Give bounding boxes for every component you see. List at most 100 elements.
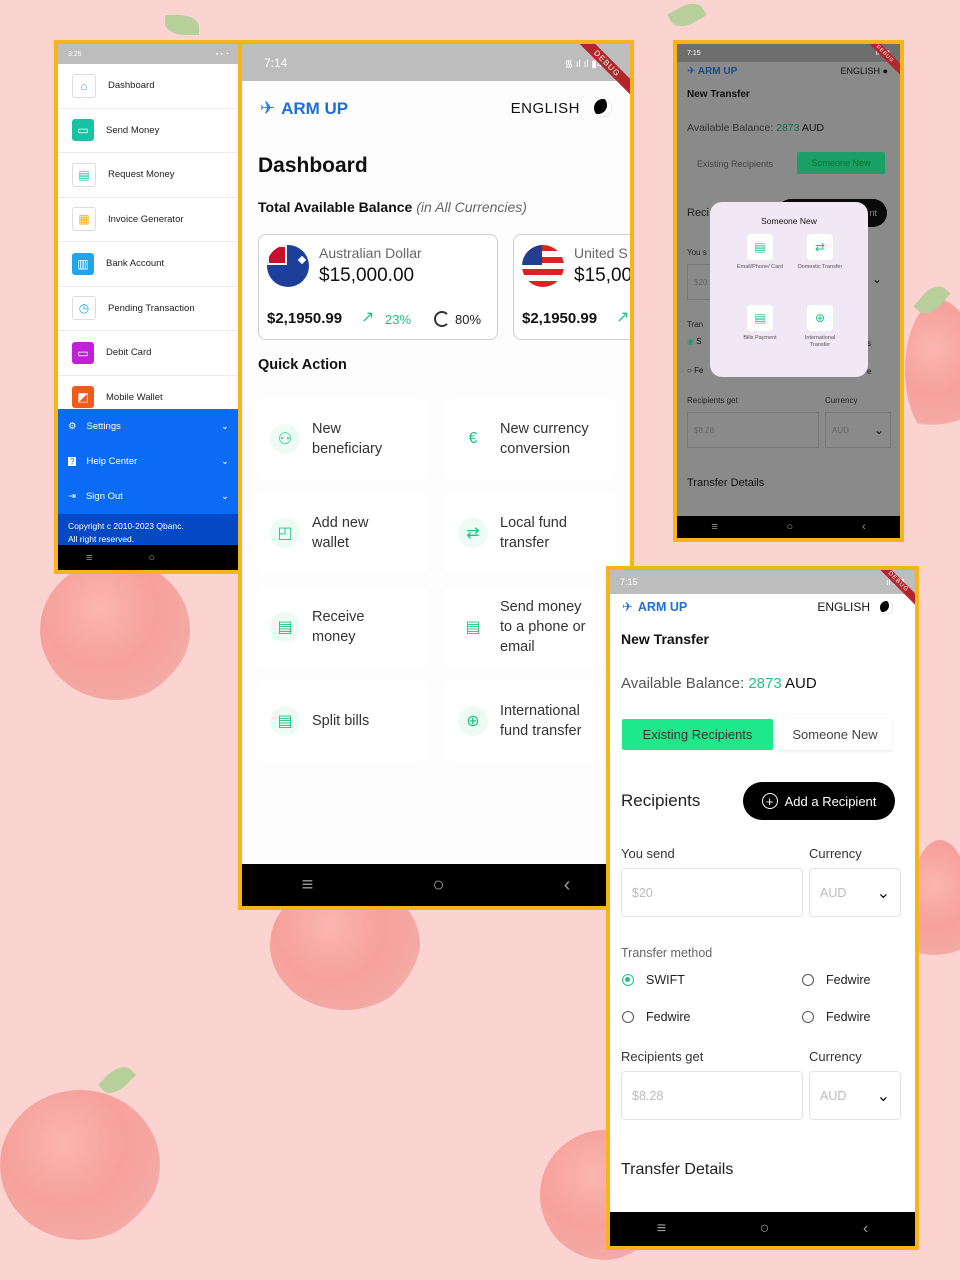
chevron-down-icon: ⌄ xyxy=(221,491,229,502)
sidebar-item-debit-card[interactable]: ▭ Debit Card xyxy=(58,331,239,376)
action-new-beneficiary[interactable]: ⚇ New beneficiary xyxy=(256,399,428,479)
transfer-details-heading: Transfer Details xyxy=(687,477,765,489)
radio-selected-icon xyxy=(622,974,634,986)
help-center-label: Help Center xyxy=(86,456,138,467)
modal-option-bills-payment[interactable]: ▤ Bills Payment xyxy=(735,305,785,342)
radio-swift[interactable]: ◉ S xyxy=(687,337,702,346)
currency-amount: $15,00 xyxy=(574,265,633,286)
menu-nav-icon[interactable]: ≡ xyxy=(711,521,717,533)
available-balance: Available Balance: 2873 AUD xyxy=(621,675,817,692)
you-send-label: You s xyxy=(687,248,707,257)
recipients-heading: Reci xyxy=(687,207,710,219)
language-selector[interactable]: ENGLISH xyxy=(817,600,870,614)
sidebar-item-invoice-generator[interactable]: ▦ Invoice Generator xyxy=(58,197,239,242)
radio-swift[interactable]: SWIFT xyxy=(622,973,685,987)
radio-fedwire[interactable]: Fedwire xyxy=(622,1010,690,1024)
status-bar: 7:15 ıl ıl ▮ xyxy=(677,44,900,62)
radio-fedwire[interactable]: Fedwire xyxy=(802,1010,870,1024)
you-send-input[interactable]: $20 xyxy=(621,868,803,917)
swap-arrows-icon: ⇄ xyxy=(458,518,488,548)
back-nav-icon[interactable]: ‹ xyxy=(863,1220,868,1238)
currency-amount: $15,000.00 xyxy=(319,265,415,286)
sidebar-item-dashboard[interactable]: ⌂ Dashboard xyxy=(58,64,239,109)
brand-name: ARM UP xyxy=(697,66,738,77)
modal-option-domestic-transfer[interactable]: ⇄ Domestic Transfer xyxy=(795,234,845,271)
sidebar-item-label: Request Money xyxy=(108,169,175,181)
status-time: 7:15 xyxy=(687,49,701,57)
language-selector[interactable]: ENGLISH xyxy=(841,66,881,76)
tab-someone-new[interactable]: Someone New xyxy=(797,152,885,174)
wallet-icon: ◰ xyxy=(270,518,300,548)
action-add-new-wallet[interactable]: ◰ Add new wallet xyxy=(256,493,428,573)
home-nav-icon[interactable]: ○ xyxy=(432,874,444,897)
nav-bar: ≡ ○ ‹ xyxy=(610,1212,915,1246)
status-icons: ıl ıl ▮ xyxy=(886,576,905,587)
radio-label: S xyxy=(696,337,702,346)
add-user-icon: ⚇ xyxy=(270,424,300,454)
tab-existing-recipients[interactable]: Existing Recipients xyxy=(697,159,773,169)
chevron-down-icon[interactable]: ⌄ xyxy=(872,272,882,286)
transfer-details-heading: Transfer Details xyxy=(621,1161,734,1178)
menu-nav-icon[interactable]: ≡ xyxy=(302,874,314,897)
sidebar-item-pending-transaction[interactable]: ◷ Pending Transaction xyxy=(58,286,239,331)
add-recipient-button[interactable]: + Add a Recipient xyxy=(743,782,895,820)
menu-nav-icon[interactable]: ≡ xyxy=(86,552,92,564)
brand-name: ARM UP xyxy=(281,98,349,118)
background-peach xyxy=(40,560,190,700)
currency-name: Australian Dollar xyxy=(319,245,422,261)
sidebar-item-send-money[interactable]: ▭ Send Money xyxy=(58,108,239,153)
logo-icon: ✈ xyxy=(260,98,276,118)
sign-out-item[interactable]: ⇥ Sign Out ⌄ xyxy=(58,479,239,514)
chevron-down-icon: ⌄ xyxy=(873,423,884,437)
currency-card[interactable]: United S $15,00 $2,1950.99 ↗ xyxy=(513,234,633,340)
dark-mode-icon[interactable] xyxy=(880,600,893,614)
tab-someone-new[interactable]: Someone New xyxy=(778,719,892,750)
dark-mode-icon[interactable]: ● xyxy=(883,66,888,76)
currency-label: Currency xyxy=(809,846,862,861)
chevron-down-icon: ⌄ xyxy=(221,421,229,432)
radio-label: Fedwire xyxy=(826,973,871,987)
currency-select[interactable]: AUD ⌄ xyxy=(825,412,891,448)
recipients-get-input[interactable]: $8.28 xyxy=(687,412,819,448)
background-peach xyxy=(0,1090,160,1240)
back-nav-icon[interactable]: ‹ xyxy=(862,521,866,533)
menu-nav-icon[interactable]: ≡ xyxy=(657,1220,666,1238)
trend-up-icon: ↗ xyxy=(616,309,630,326)
currency-card[interactable]: Australian Dollar $15,000.00 $2,1950.99 … xyxy=(258,234,498,340)
currency-select[interactable]: AUD ⌄ xyxy=(809,1071,901,1120)
home-nav-icon[interactable]: ○ xyxy=(148,552,155,564)
balance-value: 2873 xyxy=(776,122,800,134)
chevron-down-icon: ⌄ xyxy=(876,884,890,902)
action-split-bills[interactable]: ▤ Split bills xyxy=(256,681,428,761)
modal-option-international-transfer[interactable]: ⊕ International Transfer xyxy=(795,305,845,349)
action-send-money-phone-email[interactable]: ▤ Send money to a phone or email xyxy=(444,587,616,667)
back-nav-icon[interactable]: ‹ xyxy=(564,874,571,897)
balance-currency: AUD xyxy=(801,122,824,134)
balance-value: 2873 xyxy=(748,675,782,692)
sidebar-item-bank-account[interactable]: ▥ Bank Account xyxy=(58,242,239,287)
action-receive-money[interactable]: ▤ Receive money xyxy=(256,587,428,667)
radio-fedwire[interactable]: ○ Fe xyxy=(687,366,703,375)
action-local-fund-transfer[interactable]: ⇄ Local fund transfer xyxy=(444,493,616,573)
radio-fedwire[interactable]: Fedwire xyxy=(802,973,870,987)
sidebar-item-request-money[interactable]: ▤ Request Money xyxy=(58,153,239,198)
tab-existing-recipients[interactable]: Existing Recipients xyxy=(622,719,773,750)
page-title: New Transfer xyxy=(621,631,709,647)
settings-item[interactable]: ⚙ Settings ⌄ xyxy=(58,409,239,444)
euro-icon: € xyxy=(458,424,488,454)
radio-label: e xyxy=(867,367,872,376)
home-nav-icon[interactable]: ○ xyxy=(787,521,794,533)
sidebar-item-label: Bank Account xyxy=(106,258,165,270)
recipients-get-input[interactable]: $8.28 xyxy=(621,1071,803,1120)
home-nav-icon[interactable]: ○ xyxy=(760,1220,770,1238)
action-label: Receive money xyxy=(312,609,365,645)
transfer-method-label: Tran xyxy=(687,320,704,329)
dark-mode-icon[interactable] xyxy=(594,99,612,117)
background-leaf xyxy=(165,15,199,35)
action-international-fund-transfer[interactable]: ⊕ International fund transfer xyxy=(444,681,616,761)
action-new-currency-conversion[interactable]: € New currency conversion xyxy=(444,399,616,479)
help-center-item[interactable]: ? Help Center ⌄ xyxy=(58,444,239,479)
modal-option-email-phone-card[interactable]: ▤ Email/Phone/ Card xyxy=(735,234,785,271)
language-selector[interactable]: ENGLISH xyxy=(511,100,580,117)
currency-select[interactable]: AUD ⌄ xyxy=(809,868,901,917)
